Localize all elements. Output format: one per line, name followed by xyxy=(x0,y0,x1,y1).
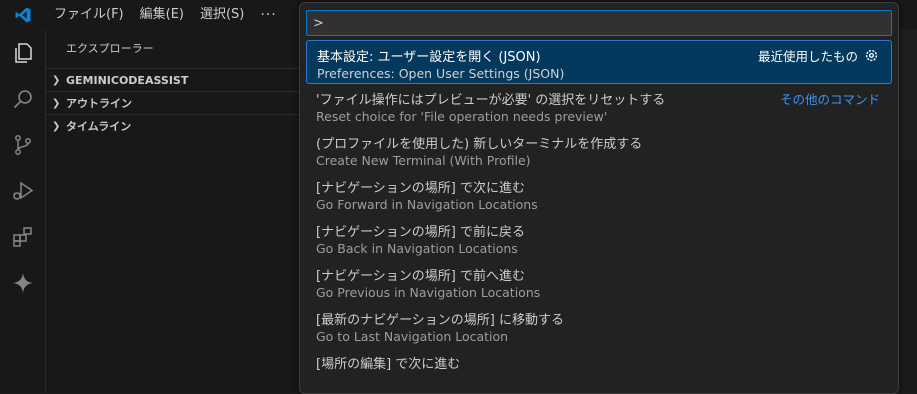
section-label: アウトライン xyxy=(66,97,132,110)
command-detail: Go to Last Navigation Location xyxy=(316,329,509,344)
search-icon[interactable] xyxy=(0,76,46,122)
command-input-value: > xyxy=(313,15,324,31)
sidebar-title: エクスプローラー xyxy=(66,42,154,55)
command-label: 基本設定: ユーザー設定を開く (JSON) xyxy=(317,50,541,65)
other-commands-label: その他のコマンド xyxy=(779,92,880,107)
command-detail: Preferences: Open User Settings (JSON) xyxy=(317,66,565,81)
command-detail: Create New Terminal (With Profile) xyxy=(316,153,531,168)
vscode-logo-icon xyxy=(0,0,46,30)
command-list: 基本設定: ユーザー設定を開く (JSON) Preferences: Open… xyxy=(306,40,892,392)
command-meta: その他のコマンド xyxy=(780,89,880,108)
menu-file[interactable]: ファイル(F) xyxy=(46,0,132,30)
command-label: 'ファイル操作にはプレビューが必要' の選択をリセットする xyxy=(316,93,666,108)
menu-edit[interactable]: 編集(E) xyxy=(132,0,192,30)
section-timeline[interactable]: ❯ タイムライン xyxy=(46,114,310,137)
command-item[interactable]: [ナビゲーションの場所] で前へ進む Go Previous in Naviga… xyxy=(306,260,892,304)
command-label: (プロファイルを使用した) 新しいターミナルを作成する xyxy=(316,137,643,152)
section-geminicodeassist[interactable]: ❯ GEMINICODEASSIST xyxy=(46,68,310,91)
chevron-right-icon: ❯ xyxy=(52,74,61,86)
explorer-icon[interactable] xyxy=(0,30,46,76)
gemini-sparkle-icon[interactable] xyxy=(0,260,46,306)
extensions-icon[interactable] xyxy=(0,214,46,260)
command-item[interactable]: [ナビゲーションの場所] で前に戻る Go Back in Navigation… xyxy=(306,216,892,260)
command-item[interactable]: [最新のナビゲーションの場所] に移動する Go to Last Navigat… xyxy=(306,304,892,348)
command-label: [場所の編集] で次に進む xyxy=(316,357,461,372)
section-label: タイムライン xyxy=(66,120,132,133)
command-input[interactable]: > xyxy=(306,10,892,36)
command-item[interactable]: [ナビゲーションの場所] で次に進む Go Forward in Navigat… xyxy=(306,172,892,216)
command-detail: Go Previous in Navigation Locations xyxy=(316,285,541,300)
command-item[interactable]: 'ファイル操作にはプレビューが必要' の選択をリセットする Reset choi… xyxy=(306,84,892,128)
command-detail: Reset choice for 'File operation needs p… xyxy=(316,109,608,124)
command-item[interactable]: [場所の編集] で次に進む xyxy=(306,348,892,392)
command-detail: Go Forward in Navigation Locations xyxy=(316,197,538,212)
gear-icon[interactable] xyxy=(864,48,879,63)
command-item[interactable]: (プロファイルを使用した) 新しいターミナルを作成する Create New T… xyxy=(306,128,892,172)
source-control-icon[interactable] xyxy=(0,122,46,168)
command-label: [ナビゲーションの場所] で次に進む xyxy=(316,181,526,196)
command-meta: 最近使用したもの xyxy=(758,46,879,65)
command-item[interactable]: 基本設定: ユーザー設定を開く (JSON) Preferences: Open… xyxy=(306,40,892,84)
command-palette: > 基本設定: ユーザー設定を開く (JSON) Preferences: Op… xyxy=(299,2,899,394)
chevron-right-icon: ❯ xyxy=(52,120,61,132)
menu-selection[interactable]: 選択(S) xyxy=(192,0,252,30)
run-debug-icon[interactable] xyxy=(0,168,46,214)
section-label: GEMINICODEASSIST xyxy=(66,73,189,87)
command-label: [最新のナビゲーションの場所] に移動する xyxy=(316,313,565,328)
menu-more-button[interactable]: ··· xyxy=(252,7,284,23)
command-detail: Go Back in Navigation Locations xyxy=(316,241,518,256)
command-label: [ナビゲーションの場所] で前へ進む xyxy=(316,269,526,284)
chevron-right-icon: ❯ xyxy=(52,97,61,109)
explorer-sidebar: エクスプローラー ❯ GEMINICODEASSIST ❯ アウトライン ❯ タ… xyxy=(46,30,311,393)
command-label: [ナビゲーションの場所] で前に戻る xyxy=(316,225,526,240)
section-outline[interactable]: ❯ アウトライン xyxy=(46,91,310,114)
recently-used-label: 最近使用したもの xyxy=(757,49,858,64)
activity-bar xyxy=(0,30,46,393)
